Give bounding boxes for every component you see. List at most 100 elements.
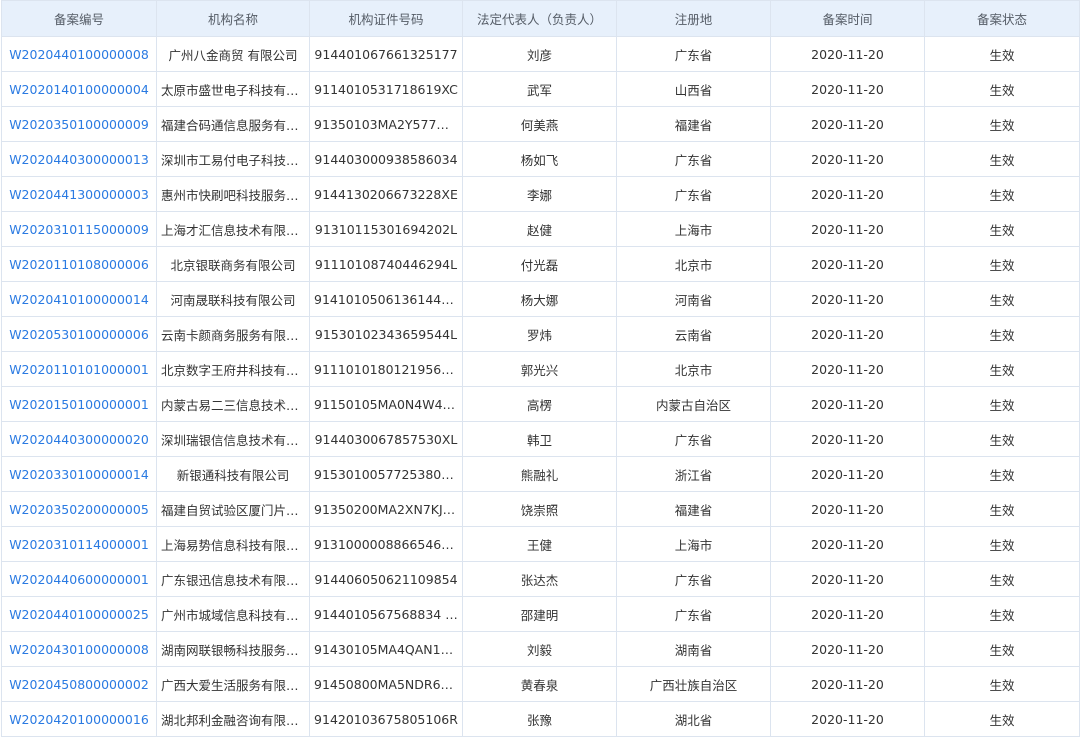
filing-number-link[interactable]: W2020350200000005 — [1, 491, 157, 527]
filing-number-link[interactable]: W2020420100000016 — [1, 701, 157, 737]
table-row: W2020310115000009 上海才汇信息技术有限公... 913101153… — [1, 211, 1080, 247]
institution-name-cell: 上海易势信息科技有限公... — [156, 526, 310, 562]
legal-representative-cell: 李娜 — [462, 176, 617, 212]
filing-number-link[interactable]: W2020310115000009 — [1, 211, 157, 247]
filing-number-link[interactable]: W2020430100000008 — [1, 631, 157, 667]
institution-name-cell: 湖南网联银畅科技服务有... — [156, 631, 310, 667]
certificate-number-cell: 91530102343659544L — [309, 316, 463, 352]
registration-place-cell: 广东省 — [616, 141, 771, 177]
filing-status-cell: 生效 — [924, 71, 1080, 107]
registration-place-cell: 广西壮族自治区 — [616, 666, 771, 702]
table-header-row: 备案编号 机构名称 机构证件号码 法定代表人（负责人） 注册地 备案时间 备案状… — [1, 0, 1080, 37]
filing-status-cell: 生效 — [924, 631, 1080, 667]
filing-status-cell: 生效 — [924, 596, 1080, 632]
institution-name-cell: 太原市盛世电子科技有限... — [156, 71, 310, 107]
legal-representative-cell: 何美燕 — [462, 106, 617, 142]
legal-representative-cell: 杨大娜 — [462, 281, 617, 317]
filing-number-link[interactable]: W2020140100000004 — [1, 71, 157, 107]
table-row: W2020440300000013 深圳市工易付电子科技有... 914403000… — [1, 141, 1080, 177]
filing-status-cell: 生效 — [924, 701, 1080, 737]
filing-status-cell: 生效 — [924, 421, 1080, 457]
table-row: W2020310114000001 上海易势信息科技有限公... 913100000… — [1, 526, 1080, 562]
filing-number-link[interactable]: W2020110108000006 — [1, 246, 157, 282]
filing-number-link[interactable]: W2020440300000013 — [1, 141, 157, 177]
table-row: W2020440100000008 广州八金商贸 有限公司 914401067661… — [1, 36, 1080, 72]
certificate-number-cell: 91350200MA2XN7KJ85 — [309, 491, 463, 527]
filing-status-cell: 生效 — [924, 281, 1080, 317]
legal-representative-cell: 罗炜 — [462, 316, 617, 352]
col-header-institution-name: 机构名称 — [156, 0, 310, 37]
certificate-number-cell: 91310000088665460W — [309, 526, 463, 562]
filing-number-link[interactable]: W2020440100000025 — [1, 596, 157, 632]
certificate-number-cell: 9144130206673228XE — [309, 176, 463, 212]
filing-number-link[interactable]: W2020110101000001 — [1, 351, 157, 387]
table-row: W2020441300000003 惠州市快刷吧科技服务有... 914413020… — [1, 176, 1080, 212]
filing-number-link[interactable]: W2020450800000002 — [1, 666, 157, 702]
legal-representative-cell: 黄春泉 — [462, 666, 617, 702]
col-header-filing-number: 备案编号 — [1, 0, 157, 37]
registration-place-cell: 福建省 — [616, 106, 771, 142]
legal-representative-cell: 邵建明 — [462, 596, 617, 632]
registration-place-cell: 广东省 — [616, 421, 771, 457]
filing-number-link[interactable]: W2020310114000001 — [1, 526, 157, 562]
certificate-number-cell: 914406050621109854 — [309, 561, 463, 597]
registration-place-cell: 北京市 — [616, 351, 771, 387]
institution-name-cell: 北京银联商务有限公司 — [156, 246, 310, 282]
certificate-number-cell: 91420103675805106R — [309, 701, 463, 737]
filing-number-link[interactable]: W2020440300000020 — [1, 421, 157, 457]
institution-name-cell: 广州市城域信息科技有限... — [156, 596, 310, 632]
legal-representative-cell: 刘彦 — [462, 36, 617, 72]
filing-date-cell: 2020-11-20 — [770, 71, 925, 107]
filing-status-cell: 生效 — [924, 561, 1080, 597]
filing-status-cell: 生效 — [924, 36, 1080, 72]
legal-representative-cell: 付光磊 — [462, 246, 617, 282]
registration-place-cell: 北京市 — [616, 246, 771, 282]
institution-name-cell: 福建自贸试验区厦门片区... — [156, 491, 310, 527]
filing-date-cell: 2020-11-20 — [770, 351, 925, 387]
legal-representative-cell: 熊融礼 — [462, 456, 617, 492]
col-header-registration-place: 注册地 — [616, 0, 771, 37]
filing-number-link[interactable]: W2020440100000008 — [1, 36, 157, 72]
filing-status-cell: 生效 — [924, 316, 1080, 352]
col-header-legal-representative: 法定代表人（负责人） — [462, 0, 617, 37]
filing-number-link[interactable]: W2020530100000006 — [1, 316, 157, 352]
filing-status-cell: 生效 — [924, 526, 1080, 562]
filing-number-link[interactable]: W2020150100000001 — [1, 386, 157, 422]
filing-status-cell: 生效 — [924, 141, 1080, 177]
filing-status-cell: 生效 — [924, 246, 1080, 282]
institution-name-cell: 云南卡颜商务服务有限公... — [156, 316, 310, 352]
institution-name-cell: 深圳瑞银信信息技术有限... — [156, 421, 310, 457]
institution-name-cell: 福建合码通信息服务有限... — [156, 106, 310, 142]
col-header-filing-status: 备案状态 — [924, 0, 1080, 37]
registration-place-cell: 广东省 — [616, 176, 771, 212]
table-row: W2020440300000020 深圳瑞银信信息技术有限... 914403006… — [1, 421, 1080, 457]
legal-representative-cell: 饶崇照 — [462, 491, 617, 527]
certificate-number-cell: 91450800MA5NDR669L — [309, 666, 463, 702]
filing-number-link[interactable]: W2020440600000001 — [1, 561, 157, 597]
filing-date-cell: 2020-11-20 — [770, 666, 925, 702]
filing-number-link[interactable]: W2020441300000003 — [1, 176, 157, 212]
registration-place-cell: 河南省 — [616, 281, 771, 317]
col-header-filing-date: 备案时间 — [770, 0, 925, 37]
filing-number-link[interactable]: W2020330100000014 — [1, 456, 157, 492]
filing-status-cell: 生效 — [924, 176, 1080, 212]
filing-date-cell: 2020-11-20 — [770, 631, 925, 667]
institution-name-cell: 新银通科技有限公司 — [156, 456, 310, 492]
filing-number-link[interactable]: W2020410100000014 — [1, 281, 157, 317]
table-row: W2020350200000005 福建自贸试验区厦门片区... 91350200M… — [1, 491, 1080, 527]
certificate-number-cell: 91110101801219563W — [309, 351, 463, 387]
certificate-number-cell: 91310115301694202L — [309, 211, 463, 247]
filing-status-cell: 生效 — [924, 106, 1080, 142]
registration-place-cell: 上海市 — [616, 526, 771, 562]
institution-name-cell: 深圳市工易付电子科技有... — [156, 141, 310, 177]
certificate-number-cell: 9144010567568834 1D — [309, 596, 463, 632]
legal-representative-cell: 韩卫 — [462, 421, 617, 457]
registration-place-cell: 广东省 — [616, 596, 771, 632]
certificate-number-cell: 914403000938586034 — [309, 141, 463, 177]
registration-place-cell: 湖北省 — [616, 701, 771, 737]
registration-place-cell: 广东省 — [616, 561, 771, 597]
filing-status-cell: 生效 — [924, 211, 1080, 247]
legal-representative-cell: 杨如飞 — [462, 141, 617, 177]
filing-date-cell: 2020-11-20 — [770, 316, 925, 352]
filing-number-link[interactable]: W2020350100000009 — [1, 106, 157, 142]
